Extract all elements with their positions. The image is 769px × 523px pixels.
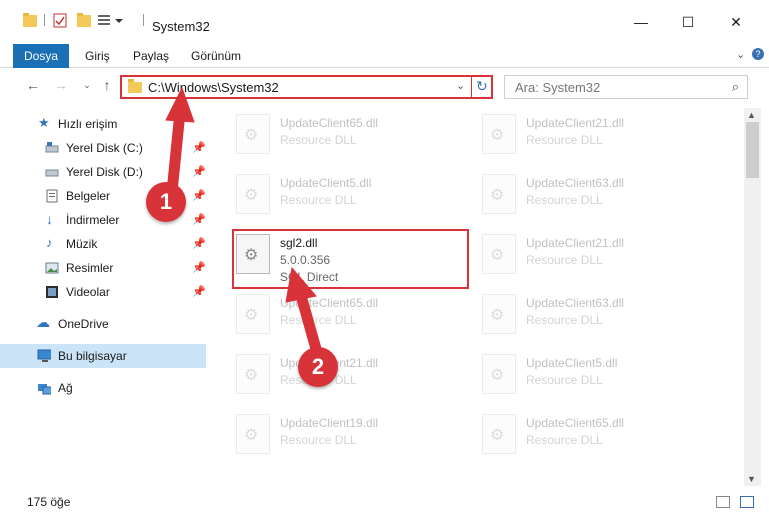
annotation-arrows [165,86,324,358]
step-2-badge: 2 [298,347,338,387]
step-1-badge: 1 [146,182,186,222]
